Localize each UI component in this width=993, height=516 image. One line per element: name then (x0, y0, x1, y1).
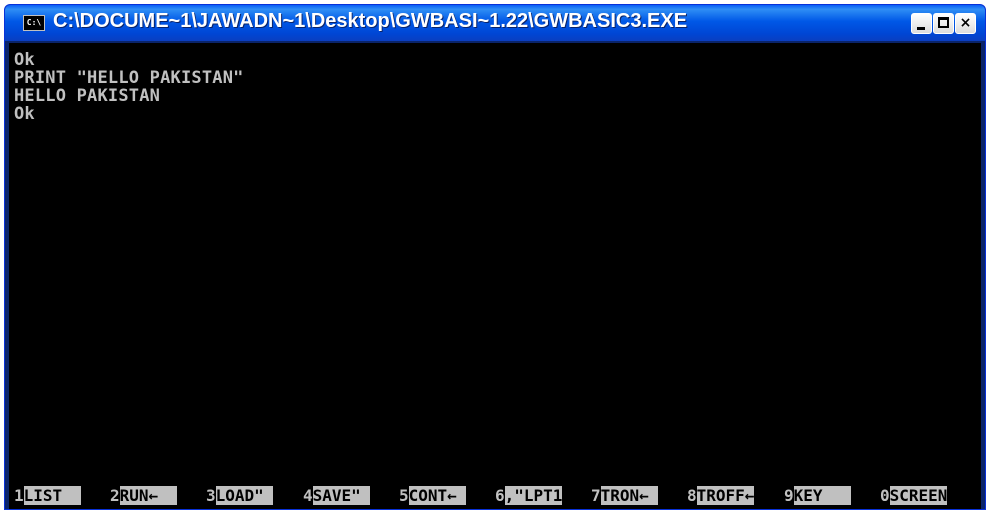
console-window: C:\ C:\DOCUME~1\JAWADN~1\Desktop\GWBASI~… (4, 4, 986, 510)
console-line: PRINT "HELLO PAKISTAN" (14, 68, 244, 88)
fkey-label: LOAD" (215, 486, 274, 505)
fkey-number: 0 (880, 486, 890, 505)
fkey-label: RUN← (119, 486, 178, 505)
console-icon[interactable]: C:\ (23, 15, 45, 31)
fkey-label: SCREEN (889, 486, 948, 505)
fkey-number: 2 (110, 486, 120, 505)
fkey-number: 3 (206, 486, 216, 505)
fkey-6[interactable]: 6,"LPT1 (495, 486, 563, 505)
close-button[interactable]: × (955, 13, 976, 34)
console-line: Ok (14, 104, 35, 124)
fkey-label: LIST (23, 486, 82, 505)
fkey-5[interactable]: 5CONT← (399, 486, 467, 505)
fkey-label: CONT← (408, 486, 467, 505)
fkey-8[interactable]: 8TROFF← (687, 486, 755, 505)
console-line: Ok (14, 50, 35, 70)
function-key-bar: 1LIST 2RUN← 3LOAD" 4SAVE" 5CONT← 6,"LPT1… (14, 486, 976, 505)
fkey-1[interactable]: 1LIST (14, 486, 82, 505)
fkey-label: KEY (793, 486, 852, 505)
fkey-label: TRON← (600, 486, 659, 505)
fkey-number: 5 (399, 486, 409, 505)
fkey-number: 4 (303, 486, 313, 505)
minimize-button[interactable] (911, 13, 932, 34)
fkey-2[interactable]: 2RUN← (110, 486, 178, 505)
fkey-number: 7 (591, 486, 601, 505)
fkey-9[interactable]: 9KEY (784, 486, 852, 505)
fkey-4[interactable]: 4SAVE" (303, 486, 371, 505)
window-title: C:\DOCUME~1\JAWADN~1\Desktop\GWBASI~1.22… (53, 10, 688, 32)
console-screen[interactable]: Ok PRINT "HELLO PAKISTAN" HELLO PAKISTAN… (9, 43, 981, 509)
fkey-3[interactable]: 3LOAD" (206, 486, 274, 505)
fkey-number: 6 (495, 486, 505, 505)
console-line: HELLO PAKISTAN (14, 86, 161, 106)
fkey-number: 1 (14, 486, 24, 505)
fkey-label: SAVE" (312, 486, 371, 505)
maximize-icon (938, 17, 949, 28)
fkey-10[interactable]: 0SCREEN (880, 486, 948, 505)
fkey-number: 8 (687, 486, 697, 505)
fkey-7[interactable]: 7TRON← (591, 486, 659, 505)
minimize-icon (917, 27, 925, 30)
fkey-number: 9 (784, 486, 794, 505)
fkey-label: TROFF← (696, 486, 755, 505)
maximize-button[interactable] (933, 13, 954, 34)
close-icon: × (959, 15, 972, 31)
title-bar[interactable]: C:\ C:\DOCUME~1\JAWADN~1\Desktop\GWBASI~… (5, 5, 985, 41)
fkey-label: ,"LPT1 (504, 486, 563, 505)
